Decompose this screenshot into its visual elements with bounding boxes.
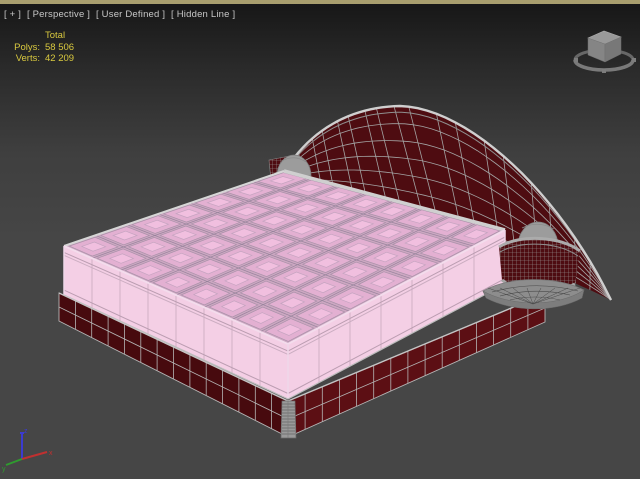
stats-spacer: [10, 30, 40, 42]
stats-verts-row: Verts: 42 209: [10, 53, 74, 65]
bed-model[interactable]: [58, 104, 613, 439]
world-axis-tripod-icon: z x y: [2, 428, 53, 473]
polys-value: 58 506: [45, 41, 75, 53]
axis-y-label: y: [2, 466, 6, 473]
viewport-scene: z x y: [2, 30, 636, 473]
viewcube-icon[interactable]: [573, 30, 636, 73]
viewport-label-menus: [ + ] [ Perspective ] [ User Defined ] […: [4, 9, 238, 20]
verts-value: 42 209: [45, 53, 75, 64]
axis-z-label: z: [24, 428, 28, 435]
stats-polys-row: Polys: 58 506: [10, 42, 74, 54]
axis-x-label: x: [49, 450, 53, 457]
viewport-camera-menu[interactable]: [ User Defined ]: [96, 9, 165, 20]
stats-total-header: Total: [45, 30, 66, 41]
viewport-shading-menu[interactable]: [ Hidden Line ]: [171, 9, 235, 20]
viewport-pov-menu[interactable]: [ Perspective ]: [27, 9, 90, 20]
verts-label: Verts:: [15, 53, 40, 64]
polys-label: Polys:: [14, 41, 40, 53]
statistics-overlay: Total Polys: 58 506 Verts: 42 209: [10, 30, 74, 65]
active-viewport-border: [0, 0, 640, 4]
viewport-general-menu[interactable]: [ + ]: [4, 9, 21, 20]
perspective-viewport[interactable]: z x y [ + ] [ Perspective ] [ User Defin…: [0, 0, 640, 479]
